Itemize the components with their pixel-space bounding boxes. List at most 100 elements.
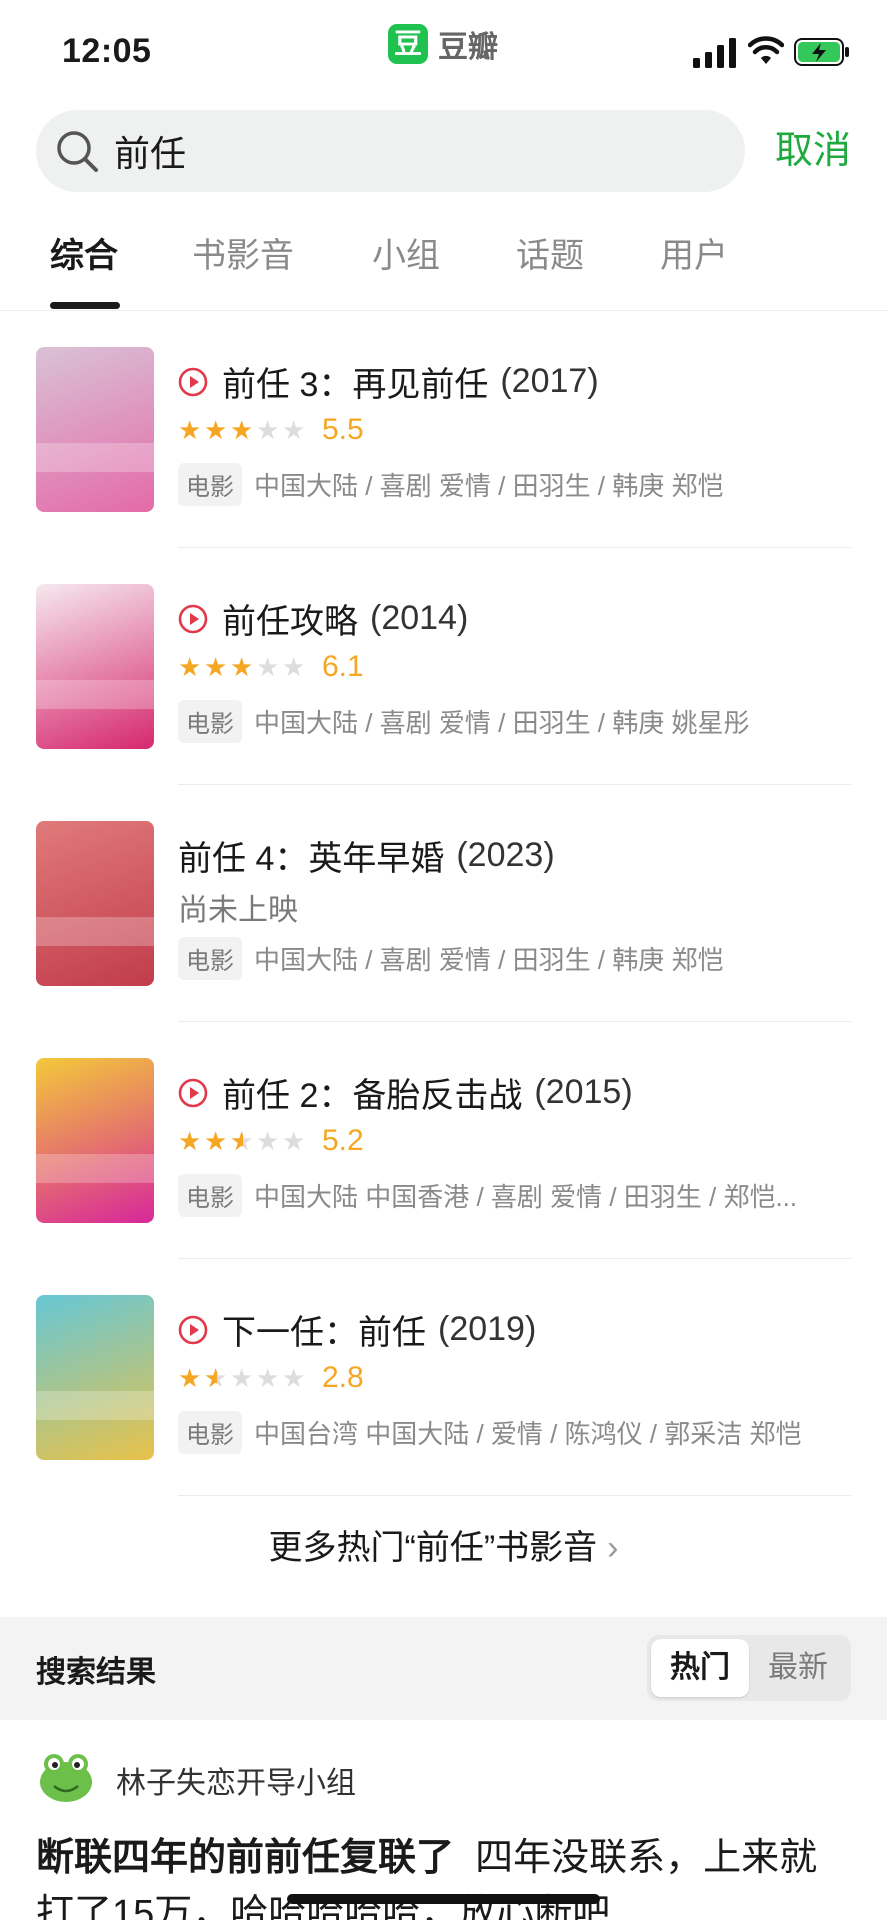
meta-row: 电影 中国大陆 / 喜剧 爱情 / 田羽生 / 韩庚 郑恺 (178, 463, 723, 506)
result-year: (2019) (438, 1310, 537, 1348)
type-tag: 电影 (178, 463, 242, 506)
meta-row: 电影 中国大陆 / 喜剧 爱情 / 田羽生 / 韩庚 姚星彤 (178, 700, 749, 743)
poster-art (36, 679, 154, 710)
poster-art (36, 1153, 154, 1184)
result-title-row: 前任攻略 (2014) (178, 594, 468, 643)
meta-text: 中国大陆 / 喜剧 爱情 / 田羽生 / 韩庚 郑恺 (254, 471, 724, 501)
star-icon: ★ (282, 652, 306, 682)
sort-toggle: 热门 最新 (647, 1635, 851, 1701)
cellular-signal-icon (693, 38, 736, 68)
star-rating: ★ ★ ★ ★ ★ (178, 1363, 308, 1393)
star-icon: ★ (178, 1126, 202, 1156)
star-icon: ★ (178, 415, 202, 445)
home-indicator (287, 1894, 600, 1904)
search-box[interactable] (36, 110, 745, 192)
star-icon: ★ (282, 1126, 306, 1156)
tab-groups[interactable]: 小组 (372, 228, 440, 277)
search-results-header: 搜索结果 热门 最新 (0, 1617, 887, 1720)
poster-art (36, 916, 154, 947)
result-title-row: 前任 4：英年早婚 (2023) (178, 831, 555, 880)
status-bar: 12:05 豆 豆瓣 (0, 0, 887, 100)
rating-row: ★★★★★ 5.2 (178, 1124, 364, 1158)
movie-poster[interactable] (36, 584, 154, 749)
star-icon: ★ (230, 1126, 256, 1156)
group-post[interactable]: 林子失恋开导小组 断联四年的前前任复联了 四年没联系，上来就打了15万，哈哈哈哈… (0, 1720, 887, 1920)
play-circle-icon[interactable] (178, 367, 208, 397)
search-icon (57, 131, 98, 172)
tab-topics[interactable]: 话题 (516, 228, 584, 277)
movie-poster[interactable] (36, 1295, 154, 1460)
star-icon: ★ (230, 1363, 254, 1393)
rating-row: ★ ★ ★ ★ ★ 5.5 (178, 413, 364, 447)
result-title[interactable]: 前任 4：英年早婚 (178, 831, 444, 880)
star-icon: ★ (256, 1126, 280, 1156)
result-title[interactable]: 前任攻略 (222, 594, 358, 643)
more-media-link[interactable]: 更多热门“前任”书影音 › (0, 1520, 887, 1569)
star-icon: ★ (230, 415, 254, 445)
search-input[interactable] (114, 110, 714, 192)
media-result-item[interactable]: 前任攻略 (2014) ★ ★ ★ ★ ★ 6.1 电影 中国大陆 / 喜剧 爱情 / 田羽生 /… (0, 548, 887, 785)
star-rating: ★ ★ ★ ★ ★ (178, 1126, 308, 1156)
app-name: 豆瓣 (438, 31, 498, 64)
douban-logo-icon: 豆 (388, 24, 428, 64)
sort-hot-button[interactable]: 热门 (651, 1639, 749, 1697)
result-title[interactable]: 前任 2：备胎反击战 (222, 1068, 522, 1117)
media-result-item[interactable]: 前任 3：再见前任 (2017) ★ ★ ★ ★ ★ 5.5 电影 中国大陆 / 喜剧 爱情 / … (0, 311, 887, 548)
movie-poster[interactable] (36, 821, 154, 986)
group-avatar-frog-icon (40, 1754, 92, 1802)
search-results-title: 搜索结果 (36, 1656, 156, 1689)
chevron-right-icon: › (607, 1529, 619, 1567)
cancel-button[interactable]: 取消 (775, 110, 851, 192)
media-result-item[interactable]: 前任 2：备胎反击战(2015)★★★★★5.2电影中国大陆 中国香港 / 喜剧… (0, 1022, 887, 1259)
star-icon: ★ (230, 652, 254, 682)
rating-row: ★ ★ ★ ★ ★ 6.1 (178, 650, 364, 684)
release-status: 尚未上映 (178, 894, 298, 927)
tab-media[interactable]: 书影音 (192, 228, 294, 277)
meta-row: 电影 中国大陆 / 喜剧 爱情 / 田羽生 / 韩庚 郑恺 (178, 937, 723, 980)
play-circle-icon[interactable] (178, 1315, 208, 1345)
star-icon: ★ (178, 652, 202, 682)
result-year: (2014) (370, 599, 469, 637)
media-result-item[interactable]: 前任 4：英年早婚 (2023) 尚未上映电影 中国大陆 / 喜剧 爱情 / 田羽生 … (0, 785, 887, 1022)
meta-text: 中国大陆 / 喜剧 爱情 / 田羽生 / 韩庚 姚星彤 (254, 708, 750, 738)
result-title-row: 前任 3：再见前任 (2017) (178, 357, 599, 406)
tab-active-indicator (50, 302, 120, 309)
play-circle-icon[interactable] (178, 604, 208, 634)
star-icon: ★ (256, 415, 280, 445)
star-rating: ★ ★ ★ ★ ★ (178, 652, 308, 682)
result-title-row: 前任 2：备胎反击战 (2015) (178, 1068, 633, 1117)
sort-newest-button[interactable]: 最新 (749, 1639, 847, 1697)
meta-text: 中国大陆 / 喜剧 爱情 / 田羽生 / 韩庚 郑恺 (254, 945, 724, 975)
result-title[interactable]: 下一任：前任 (222, 1305, 426, 1354)
type-tag: 电影 (178, 1411, 242, 1454)
result-title[interactable]: 前任 3：再见前任 (222, 357, 488, 406)
type-tag: 电影 (178, 1174, 242, 1217)
meta-row: 电影 中国台湾 中国大陆 / 爱情 / 陈鸿仪 / 郭采洁 郑恺 (178, 1411, 801, 1454)
tab-comprehensive[interactable]: 综合 (50, 228, 118, 277)
movie-poster[interactable] (36, 347, 154, 512)
type-tag: 电影 (178, 700, 242, 743)
star-icon: ★ (204, 1363, 230, 1393)
tab-users[interactable]: 用户 (660, 228, 728, 277)
category-tabs: 综合 书影音 小组 话题 用户 (0, 228, 887, 310)
group-name[interactable]: 林子失恋开导小组 (116, 1758, 356, 1802)
app-badge: 豆 豆瓣 (388, 22, 498, 66)
result-title-row: 下一任：前任 (2019) (178, 1305, 536, 1354)
more-media-label: 更多热门“前任”书影音 (268, 1529, 598, 1567)
meta-text: 中国台湾 中国大陆 / 爱情 / 陈鸿仪 / 郭采洁 郑恺 (254, 1419, 802, 1449)
star-icon: ★ (282, 415, 306, 445)
result-year: (2015) (534, 1073, 633, 1111)
rating-row: ★★★★★2.8 (178, 1361, 364, 1395)
rating-score: 6.1 (322, 650, 364, 683)
star-icon: ★ (256, 652, 280, 682)
battery-charging-icon (794, 38, 849, 66)
movie-poster[interactable] (36, 1058, 154, 1223)
post-body[interactable]: 断联四年的前前任复联了 四年没联系，上来就打了15万，哈哈哈哈哈，放心断吧 (36, 1830, 851, 1920)
play-circle-icon[interactable] (178, 1078, 208, 1108)
star-icon: ★ (178, 1363, 202, 1393)
divider (178, 1495, 851, 1496)
media-result-item[interactable]: 下一任：前任 (2019) ★★★★★2.8 电影中国台湾 中国大陆 / 爱情 / 陈… (0, 1259, 887, 1496)
rating-score: 5.2 (322, 1124, 364, 1157)
result-year: (2023) (456, 836, 555, 874)
rating-score: 5.5 (322, 413, 364, 446)
